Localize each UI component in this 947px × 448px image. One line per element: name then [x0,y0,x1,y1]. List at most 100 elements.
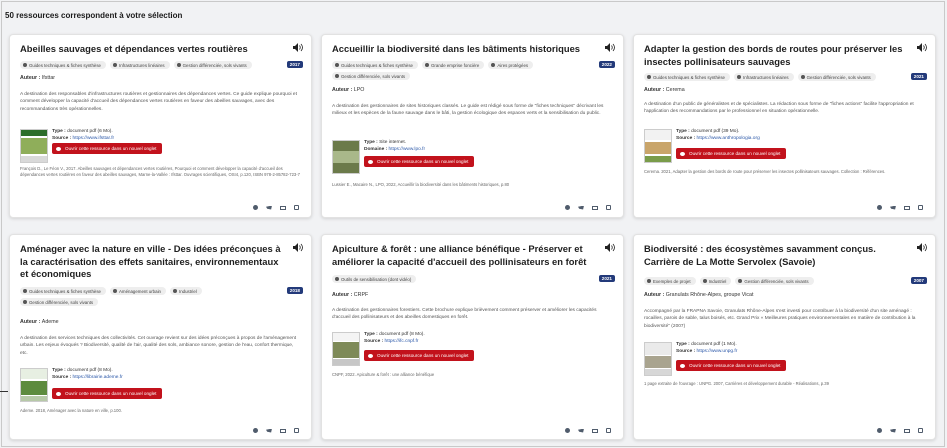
copy-icon[interactable] [294,428,299,433]
resource-thumbnail[interactable] [644,342,672,376]
tag[interactable]: Infrastructures linéaires [734,73,794,81]
citation: François D., Le Féon V., 2017. Abeilles … [20,166,300,178]
card-title[interactable]: Abeilles sauvages et dépendances vertes … [20,43,281,56]
tag[interactable]: Aires protégées [488,61,534,69]
share-bar [877,428,923,433]
tag[interactable]: Infrastructures linéaires [110,61,170,69]
tag-icon [335,277,339,281]
source-link[interactable]: https://www.lpo.fr [389,147,426,152]
twitter-icon[interactable] [890,428,896,433]
mail-icon[interactable] [904,428,910,433]
source-link[interactable]: https://librairie.ademe.fr [73,375,123,380]
twitter-icon[interactable] [266,428,272,433]
twitter-icon[interactable] [578,205,584,210]
tag-list: Guides techniques & fiches synthèse Infr… [20,61,283,69]
mail-icon[interactable] [280,428,286,433]
tag[interactable]: Guides techniques & fiches synthèse [332,61,418,69]
resource-meta: Type : document pdf (6 Mo). Source : htt… [52,129,115,141]
speaker-icon[interactable] [605,243,615,252]
twitter-icon[interactable] [578,428,584,433]
open-resource-button[interactable]: Ouvrir cette ressource dans un nouvel on… [364,350,475,361]
card-title[interactable]: Aménager avec la nature en ville - Des i… [20,243,281,281]
tag[interactable]: Outils de sensibilisation (dont vidéo) [332,275,417,283]
tag[interactable]: Exemples de projet [644,277,696,285]
source-link[interactable]: https://www.ifsttar.fr [73,136,115,141]
card-title[interactable]: Apiculture & forêt : une alliance bénéfi… [332,243,593,268]
copy-icon[interactable] [918,428,923,433]
facebook-icon[interactable] [253,205,258,210]
speaker-icon[interactable] [917,243,927,252]
tag-icon [647,279,651,283]
open-resource-button[interactable]: Ouvrir cette ressource dans un nouvel on… [52,143,163,154]
tag-icon [172,289,177,293]
copy-icon[interactable] [294,205,299,210]
tag[interactable]: Guides techniques & fiches synthèse [20,287,106,295]
facebook-icon[interactable] [877,428,882,433]
eye-icon [56,146,61,151]
tag-icon [23,63,27,67]
resource-thumbnail[interactable] [20,368,48,402]
source-link[interactable]: https://www.unpg.fr [697,349,738,354]
twitter-icon[interactable] [266,205,272,210]
tag[interactable]: Grande emprise foncière [422,61,485,69]
resource-thumbnail[interactable] [332,332,360,366]
source-link[interactable]: https://www.anthropologia.org [697,136,760,141]
speaker-icon[interactable] [293,43,303,52]
description: A destination des responsables d'infrast… [20,92,297,112]
tag[interactable]: Gestion différenciée, sols vivants [735,277,814,285]
speaker-icon[interactable] [917,43,927,52]
facebook-icon[interactable] [565,205,570,210]
eye-icon [368,353,373,358]
description: A destination d'un public de généraliste… [644,102,914,115]
open-resource-button[interactable]: Ouvrir cette ressource dans un nouvel on… [52,388,163,399]
tag[interactable]: Gestion différenciée, sols vivants [173,61,252,69]
tag-icon [702,279,707,283]
mail-icon[interactable] [592,428,598,433]
mail-icon[interactable] [904,205,910,210]
citation: Cerema. 2021, Adapter la gestion des bor… [644,169,886,174]
tag[interactable]: Gestion différenciée, sols vivants [20,298,99,306]
resource-card: Apiculture & forêt : une alliance bénéfi… [321,234,624,440]
mail-icon[interactable] [592,205,598,210]
speaker-icon[interactable] [293,243,303,252]
tag-list: Guides techniques & fiches synthèse Infr… [644,73,907,81]
open-resource-button[interactable]: Ouvrir cette ressource dans un nouvel on… [676,148,787,159]
copy-icon[interactable] [918,205,923,210]
facebook-icon[interactable] [565,428,570,433]
resource-thumbnail[interactable] [644,129,672,163]
facebook-icon[interactable] [877,205,882,210]
speaker-icon[interactable] [605,43,615,52]
resource-card: Accueillir la biodiversité dans les bâti… [321,34,624,218]
facebook-icon[interactable] [253,428,258,433]
tag-icon [23,289,27,293]
tag[interactable]: Industriel [169,287,202,295]
tag[interactable]: Industriel [699,277,732,285]
tag-icon [113,289,117,293]
card-title[interactable]: Biodiversité : des écosystèmes savamment… [644,243,905,268]
tag[interactable]: Guides techniques & fiches synthèse [20,61,106,69]
description: A destination des services techniques de… [20,336,297,356]
copy-icon[interactable] [606,205,611,210]
tag[interactable]: Aménagement urbain [110,287,166,295]
author: Auteur : Granulats Rhône-Alpes, groupe V… [644,292,754,298]
tag[interactable]: Gestion différenciée, sols vivants [332,72,411,80]
open-resource-button[interactable]: Ouvrir cette ressource dans un nouvel on… [364,156,475,167]
resource-thumbnail[interactable] [332,140,360,174]
resource-thumbnail[interactable] [20,129,48,163]
open-resource-button[interactable]: Ouvrir cette ressource dans un nouvel on… [676,360,787,371]
card-title[interactable]: Accueillir la biodiversité dans les bâti… [332,43,593,56]
tag-list: Exemples de projet Industriel Gestion di… [644,277,907,285]
source-link[interactable]: https://ifc.cnpf.fr [385,339,419,344]
twitter-icon[interactable] [890,205,896,210]
card-title[interactable]: Adapter la gestion des bords de routes p… [644,43,905,68]
edge-marker [0,391,8,392]
tag[interactable]: Guides techniques & fiches synthèse [644,73,730,81]
resource-meta: Type : document pdf (1 Mo). Source : htt… [676,342,738,354]
year-badge: 2017 [286,61,303,68]
resource-card: Adapter la gestion des bords de routes p… [633,34,936,218]
tag[interactable]: Gestion différenciée, sols vivants [797,73,876,81]
mail-icon[interactable] [280,205,286,210]
copy-icon[interactable] [606,428,611,433]
tag-icon [113,63,117,67]
resource-card: Abeilles sauvages et dépendances vertes … [9,34,312,218]
